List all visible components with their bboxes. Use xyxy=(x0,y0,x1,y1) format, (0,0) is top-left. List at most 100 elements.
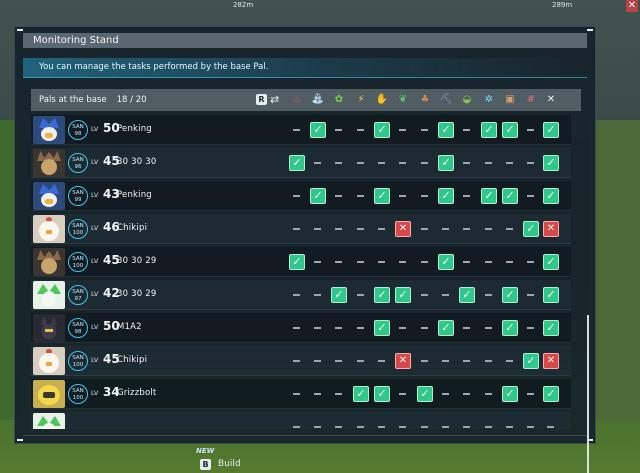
task-enabled-checkbox[interactable]: ✓ xyxy=(374,122,390,138)
pal-row[interactable]: SAN 100 LV 46 Chikipi ✕ ✓ ✕ xyxy=(31,214,571,244)
task-unavailable-mark xyxy=(463,426,470,428)
task-enabled-checkbox[interactable]: ✓ xyxy=(374,386,390,402)
task-unavailable-mark xyxy=(442,228,449,230)
task-unavailable-mark xyxy=(399,129,406,131)
task-unavailable-mark xyxy=(314,426,321,428)
handiwork-icon[interactable]: ✋ xyxy=(375,93,389,107)
electricity-icon[interactable]: ⚡ xyxy=(354,93,368,107)
task-enabled-checkbox[interactable]: ✓ xyxy=(502,320,518,336)
pal-name: M1A2 xyxy=(117,322,142,332)
task-unavailable-mark xyxy=(399,195,406,197)
task-enabled-checkbox[interactable]: ✓ xyxy=(374,320,390,336)
task-unavailable-mark xyxy=(357,129,364,131)
task-enabled-checkbox[interactable]: ✓ xyxy=(543,287,559,303)
task-enabled-checkbox[interactable]: ✓ xyxy=(459,287,475,303)
panel-corner-bl xyxy=(17,439,23,441)
task-unavailable-mark xyxy=(463,228,470,230)
ignore-icon[interactable]: ✕ xyxy=(544,93,558,107)
task-disabled-checkbox[interactable]: ✕ xyxy=(395,353,411,369)
task-enabled-checkbox[interactable]: ✓ xyxy=(310,188,326,204)
task-enabled-checkbox[interactable]: ✓ xyxy=(502,122,518,138)
swap-order-icon[interactable]: ⇄ xyxy=(270,93,279,106)
task-enabled-checkbox[interactable]: ✓ xyxy=(481,122,497,138)
task-unavailable-mark xyxy=(378,360,385,362)
task-enabled-checkbox[interactable]: ✓ xyxy=(543,122,559,138)
task-enabled-checkbox[interactable]: ✓ xyxy=(543,155,559,171)
watering-icon[interactable]: ⛲ xyxy=(311,93,325,107)
task-enabled-checkbox[interactable]: ✓ xyxy=(543,188,559,204)
sanity-label: SAN xyxy=(72,387,84,394)
task-enabled-checkbox[interactable]: ✓ xyxy=(289,155,305,171)
pal-row[interactable] xyxy=(31,412,571,429)
task-enabled-checkbox[interactable]: ✓ xyxy=(523,353,539,369)
sort-key-icon[interactable]: R xyxy=(256,94,267,105)
medicine-icon[interactable]: ◒ xyxy=(460,93,474,107)
task-enabled-checkbox[interactable]: ✓ xyxy=(310,122,326,138)
pal-row[interactable]: SAN 99 LV 43 Penking ✓ ✓ ✓ ✓ ✓ ✓ xyxy=(31,181,571,211)
task-enabled-checkbox[interactable]: ✓ xyxy=(502,188,518,204)
task-enabled-checkbox[interactable]: ✓ xyxy=(481,188,497,204)
sanity-badge: SAN 100 xyxy=(68,351,88,371)
kindling-icon[interactable]: ♨ xyxy=(290,93,304,107)
task-unavailable-mark xyxy=(421,195,428,197)
background-foliage-right xyxy=(590,120,640,420)
task-enabled-checkbox[interactable]: ✓ xyxy=(374,287,390,303)
task-enabled-checkbox[interactable]: ✓ xyxy=(289,254,305,270)
task-enabled-checkbox[interactable]: ✓ xyxy=(523,221,539,237)
build-label[interactable]: Build xyxy=(218,459,241,469)
pal-row[interactable]: SAN 98 LV 50 Penking ✓ ✓ ✓ ✓ ✓ ✓ xyxy=(31,115,571,145)
task-enabled-checkbox[interactable]: ✓ xyxy=(543,320,559,336)
task-unavailable-mark xyxy=(357,327,364,329)
pal-name: Grizzbolt xyxy=(117,388,157,398)
task-unavailable-mark xyxy=(399,162,406,164)
close-icon[interactable]: ✕ xyxy=(626,0,638,12)
task-unavailable-mark xyxy=(485,393,492,395)
task-unavailable-mark xyxy=(527,327,534,329)
task-disabled-checkbox[interactable]: ✕ xyxy=(395,221,411,237)
task-disabled-checkbox[interactable]: ✕ xyxy=(543,353,559,369)
mining-icon[interactable]: ⛏ xyxy=(439,93,453,107)
cooling-icon[interactable]: ✲ xyxy=(482,93,496,107)
farming-icon[interactable]: # xyxy=(524,93,538,107)
task-unavailable-mark xyxy=(314,162,321,164)
task-disabled-checkbox[interactable]: ✕ xyxy=(543,221,559,237)
pal-row[interactable]: SAN 100 LV 45 Chikipi ✕ ✓ ✕ xyxy=(31,346,571,376)
level-label: LV xyxy=(91,125,99,133)
pal-row[interactable]: SAN 97 LV 42 30 30 29 ✓ ✓ ✓ ✓ ✓ ✓ xyxy=(31,280,571,310)
task-enabled-checkbox[interactable]: ✓ xyxy=(543,254,559,270)
lumbering-icon[interactable]: ♣ xyxy=(418,93,432,107)
task-enabled-checkbox[interactable]: ✓ xyxy=(438,155,454,171)
level-label: LV xyxy=(91,389,99,397)
task-enabled-checkbox[interactable]: ✓ xyxy=(395,287,411,303)
sanity-value: 100 xyxy=(72,262,84,269)
task-enabled-checkbox[interactable]: ✓ xyxy=(353,386,369,402)
pal-row[interactable]: SAN 100 LV 45 30 30 29 ✓ ✓ ✓ xyxy=(31,247,571,277)
sanity-badge: SAN 98 xyxy=(68,318,88,338)
pal-row[interactable]: SAN 100 LV 34 Grizzbolt ✓ ✓ ✓ ✓ ✓ xyxy=(31,379,571,409)
task-enabled-checkbox[interactable]: ✓ xyxy=(438,254,454,270)
task-unavailable-mark xyxy=(527,393,534,395)
gathering-icon[interactable]: ❦ xyxy=(396,93,410,107)
task-unavailable-mark xyxy=(463,327,470,329)
task-enabled-checkbox[interactable]: ✓ xyxy=(543,386,559,402)
task-enabled-checkbox[interactable]: ✓ xyxy=(331,287,347,303)
scrollbar[interactable] xyxy=(587,315,589,473)
pal-row[interactable]: SAN 98 LV 50 M1A2 ✓ ✓ ✓ ✓ xyxy=(31,313,571,343)
planting-icon[interactable]: ✿ xyxy=(332,93,346,107)
distance-marker-left: 282m xyxy=(233,1,254,9)
task-unavailable-mark xyxy=(527,261,534,263)
task-unavailable-mark xyxy=(463,360,470,362)
task-enabled-checkbox[interactable]: ✓ xyxy=(502,287,518,303)
transporting-icon[interactable]: ▣ xyxy=(503,93,517,107)
task-enabled-checkbox[interactable]: ✓ xyxy=(438,188,454,204)
task-enabled-checkbox[interactable]: ✓ xyxy=(374,188,390,204)
task-enabled-checkbox[interactable]: ✓ xyxy=(417,386,433,402)
pal-row[interactable]: SAN 96 LV 45 30 30 30 ✓ ✓ ✓ xyxy=(31,148,571,178)
task-enabled-checkbox[interactable]: ✓ xyxy=(502,386,518,402)
pal-name: 30 30 30 xyxy=(117,157,157,167)
task-unavailable-mark xyxy=(335,393,342,395)
task-enabled-checkbox[interactable]: ✓ xyxy=(438,122,454,138)
task-enabled-checkbox[interactable]: ✓ xyxy=(438,320,454,336)
task-unavailable-mark xyxy=(463,393,470,395)
task-unavailable-mark xyxy=(421,426,428,428)
